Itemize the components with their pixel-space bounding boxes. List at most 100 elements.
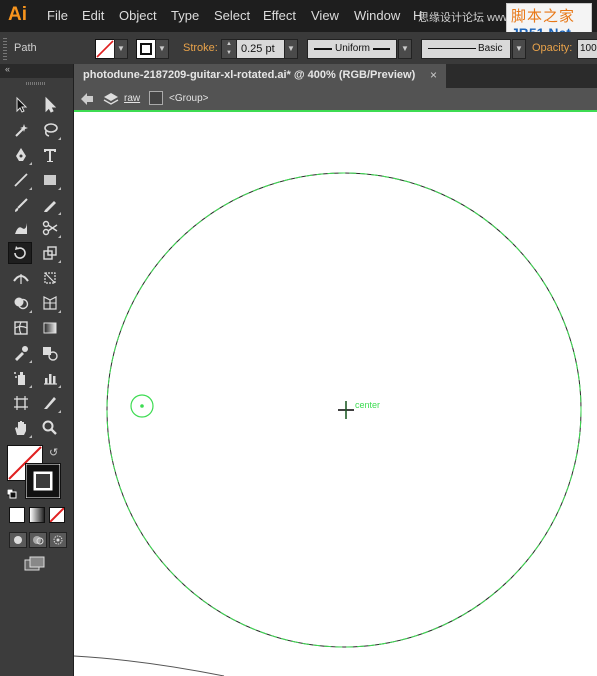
stroke-dropdown-arrow[interactable]: ▼ bbox=[155, 39, 169, 59]
app-logo: Ai bbox=[8, 4, 27, 25]
tool-flyout-indicator bbox=[29, 187, 32, 190]
magic-wand-tool[interactable] bbox=[9, 119, 33, 141]
scissors-tool-icon bbox=[42, 220, 58, 236]
swap-fill-stroke-icon[interactable]: ↺ bbox=[49, 446, 58, 459]
rotate-tool[interactable] bbox=[8, 242, 32, 264]
small-circle-center-point bbox=[140, 404, 144, 408]
tool-flyout-indicator bbox=[58, 187, 61, 190]
type-tool-icon bbox=[44, 149, 56, 162]
type-tool[interactable] bbox=[38, 144, 62, 166]
pencil-tool-icon bbox=[44, 201, 56, 212]
blob-brush-tool-icon bbox=[15, 223, 27, 234]
blend-tool[interactable] bbox=[38, 342, 62, 364]
collapse-panel-icon[interactable]: « bbox=[5, 64, 10, 74]
direct-selection-tool[interactable] bbox=[38, 94, 62, 116]
column-graph-tool[interactable] bbox=[38, 367, 62, 389]
symbol-sprayer-tool[interactable] bbox=[9, 367, 33, 389]
slice-tool[interactable] bbox=[38, 392, 62, 414]
eyedropper-tool-icon bbox=[15, 346, 28, 361]
rectangle-tool[interactable] bbox=[38, 169, 62, 191]
variable-width-profile-label: Uniform bbox=[332, 40, 374, 58]
profile-dropdown-arrow[interactable]: ▼ bbox=[398, 39, 412, 59]
perspective-grid-tool-icon bbox=[43, 296, 57, 310]
symbol-sprayer-tool-icon bbox=[14, 372, 25, 385]
tool-flyout-indicator bbox=[58, 212, 61, 215]
menu-effect[interactable]: Effect bbox=[263, 8, 296, 23]
opacity-input[interactable]: 100% bbox=[577, 39, 597, 59]
zoom-tool[interactable] bbox=[38, 417, 62, 439]
back-arrow-icon[interactable] bbox=[80, 92, 94, 111]
draw-normal-icon[interactable] bbox=[9, 532, 27, 548]
artboard-canvas[interactable]: center bbox=[74, 112, 597, 676]
tools-panel-header[interactable] bbox=[0, 64, 73, 78]
tool-flyout-indicator bbox=[58, 235, 61, 238]
free-transform-tool[interactable] bbox=[38, 267, 62, 289]
menu-edit[interactable]: Edit bbox=[82, 8, 104, 23]
line-segment-tool[interactable] bbox=[9, 169, 33, 191]
default-fill-stroke-icon[interactable] bbox=[6, 486, 17, 499]
blend-tool-icon bbox=[43, 347, 58, 361]
brush-dropdown-arrow[interactable]: ▼ bbox=[512, 39, 526, 59]
stroke-weight-stepper[interactable]: ▲ ▼ bbox=[221, 39, 237, 59]
blob-brush-tool[interactable] bbox=[9, 217, 33, 239]
selection-tool-icon bbox=[16, 96, 28, 113]
mesh-tool[interactable] bbox=[9, 317, 33, 339]
variable-width-profile-select[interactable]: Uniform bbox=[307, 39, 397, 59]
shape-builder-tool[interactable] bbox=[9, 292, 33, 314]
stroke-weight-input[interactable]: 0.25 pt bbox=[236, 39, 286, 59]
column-graph-tool-icon bbox=[44, 374, 57, 385]
scale-tool[interactable] bbox=[38, 242, 62, 264]
free-transform-tool-icon bbox=[44, 272, 56, 284]
artboard-tool-icon bbox=[14, 396, 28, 410]
pencil-tool[interactable] bbox=[38, 194, 62, 216]
stroke-swatch[interactable] bbox=[136, 39, 156, 59]
watermark-logo-title: 脚本之家 bbox=[511, 8, 576, 25]
gradient-mode-icon[interactable] bbox=[29, 507, 45, 523]
scissors-tool[interactable] bbox=[38, 217, 62, 239]
artboard-tool[interactable] bbox=[9, 392, 33, 414]
document-tab-title[interactable]: photodune-2187209-guitar-xl-rotated.ai* … bbox=[83, 69, 415, 81]
no-fill-icon bbox=[96, 40, 114, 58]
control-bar-grip[interactable] bbox=[3, 38, 7, 60]
stroke-panel-link[interactable]: Stroke: bbox=[183, 42, 218, 54]
opacity-panel-link[interactable]: Opacity: bbox=[532, 42, 572, 54]
paintbrush-tool[interactable] bbox=[9, 194, 33, 216]
rotate-tool-icon bbox=[14, 246, 26, 259]
width-tool-icon bbox=[13, 274, 29, 284]
pen-tool[interactable] bbox=[9, 144, 33, 166]
menu-type[interactable]: Type bbox=[171, 8, 199, 23]
width-tool[interactable] bbox=[9, 267, 33, 289]
tools-panel-grip[interactable] bbox=[26, 82, 46, 85]
eyedropper-tool[interactable] bbox=[9, 342, 33, 364]
gradient-tool[interactable] bbox=[38, 317, 62, 339]
layer-icon bbox=[103, 91, 119, 112]
breadcrumb-layer-link[interactable]: raw bbox=[124, 93, 140, 104]
menu-object[interactable]: Object bbox=[119, 8, 157, 23]
perspective-grid-tool[interactable] bbox=[38, 292, 62, 314]
menu-view[interactable]: View bbox=[311, 8, 339, 23]
none-mode-icon[interactable] bbox=[49, 507, 65, 523]
breadcrumb-group-label[interactable]: <Group> bbox=[169, 93, 208, 104]
lasso-tool[interactable] bbox=[38, 119, 62, 141]
menu-select[interactable]: Select bbox=[214, 8, 250, 23]
close-tab-icon[interactable]: × bbox=[430, 68, 437, 82]
draw-behind-icon[interactable] bbox=[29, 532, 47, 548]
mesh-tool-icon bbox=[14, 321, 28, 335]
magic-wand-tool-icon bbox=[15, 124, 28, 137]
color-mode-icon[interactable] bbox=[9, 507, 25, 523]
draw-inside-icon[interactable] bbox=[49, 532, 67, 548]
brush-definition-select[interactable]: Basic bbox=[421, 39, 511, 59]
gradient-tool-icon bbox=[43, 322, 57, 334]
hand-tool[interactable] bbox=[9, 417, 33, 439]
stroke-color-box[interactable] bbox=[25, 463, 61, 499]
selection-tool[interactable] bbox=[9, 94, 33, 116]
stroke-weight-dropdown-arrow[interactable]: ▼ bbox=[284, 39, 298, 59]
smart-guide-center-label: center bbox=[355, 400, 381, 410]
fill-dropdown-arrow[interactable]: ▼ bbox=[114, 39, 128, 59]
menu-file[interactable]: File bbox=[47, 8, 68, 23]
fill-swatch[interactable] bbox=[95, 39, 115, 59]
menu-window[interactable]: Window bbox=[354, 8, 400, 23]
artwork-svg bbox=[74, 172, 582, 676]
change-screen-mode-icon[interactable] bbox=[24, 556, 46, 572]
tool-flyout-indicator bbox=[29, 360, 32, 363]
